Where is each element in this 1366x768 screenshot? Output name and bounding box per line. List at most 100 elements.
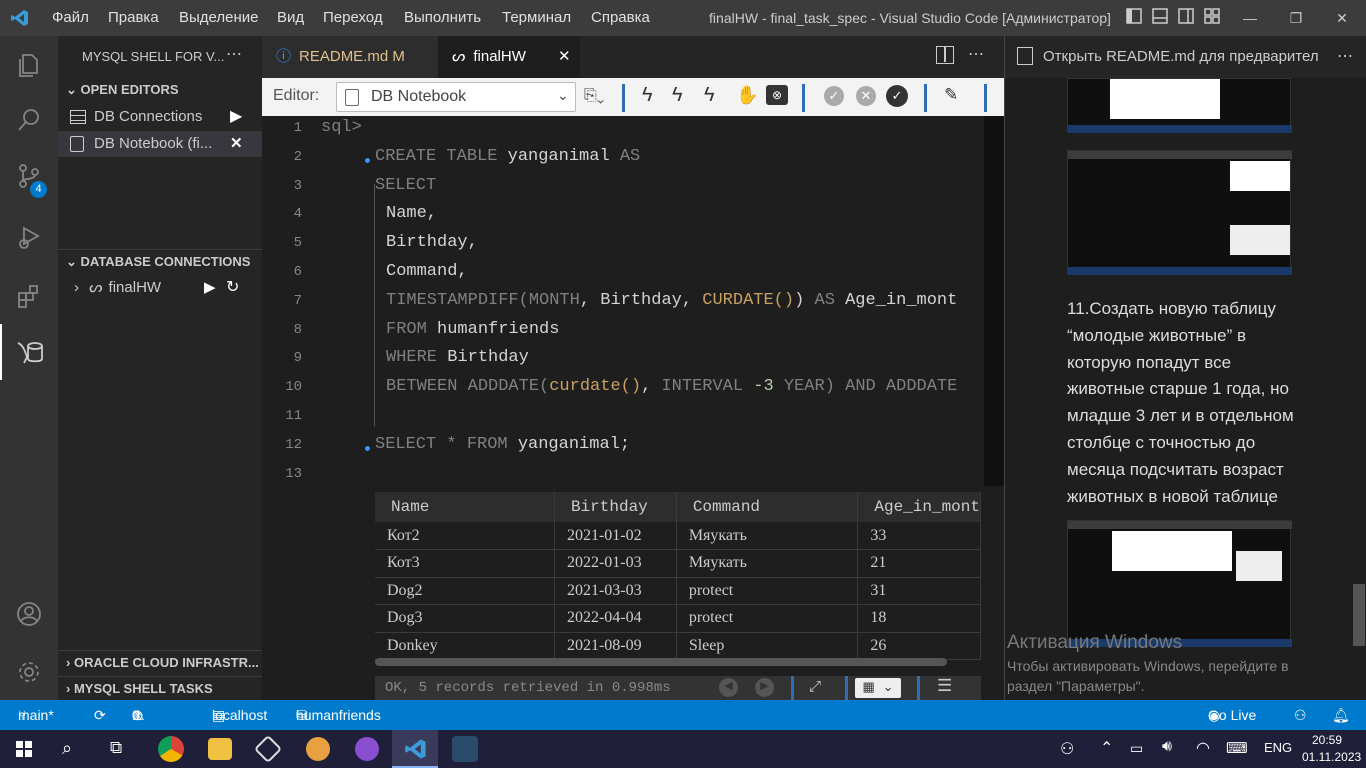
column-header[interactable]: Age_in_mont [857,492,981,522]
table-cell[interactable]: protect [676,577,859,605]
code-line[interactable]: sql> [321,118,362,137]
format-icon[interactable]: ✎ [944,85,958,105]
code-line[interactable]: Birthday, [386,233,478,252]
table-cell[interactable]: 18 [857,604,981,633]
menu-icon[interactable]: ☰ [937,676,952,700]
customize-layout-icon[interactable] [1202,8,1222,28]
battery-icon[interactable]: ▭ [1130,740,1143,757]
table-cell[interactable]: 2021-01-02 [554,522,677,550]
code-line[interactable]: SELECT * FROM yanganimal; [375,435,630,454]
toggle-panel-icon[interactable] [1150,8,1170,28]
table-row[interactable]: Dog3 2022-04-04 protect 18 [375,604,981,633]
close-tab-icon[interactable]: ✕ [558,36,571,78]
more-actions-icon[interactable]: ⋯ [226,44,242,64]
minimize-icon[interactable]: — [1240,8,1260,28]
people-icon[interactable]: ⚇ [1060,739,1074,759]
table-cell[interactable]: 2022-04-04 [554,604,677,633]
play-icon[interactable]: ▶ [230,104,242,130]
code-line[interactable]: Name, [386,204,437,223]
next-page-icon[interactable]: ▶ [755,678,774,697]
table-cell[interactable]: Dog3 [375,604,555,633]
menu-terminal[interactable]: Терминал [494,0,579,36]
table-cell[interactable]: 2021-03-03 [554,577,677,605]
code-line[interactable]: FROM humanfriends [386,320,559,339]
tab-readme[interactable]: ⓘ README.md M [262,36,438,78]
horizontal-scrollbar[interactable] [375,658,947,666]
search-icon[interactable]: ⌕ [62,738,72,759]
open-editors-section[interactable]: ⌄ OPEN EDITORS [58,78,262,102]
open-editor-db-connections[interactable]: DB Connections ▶ [58,104,262,130]
column-header[interactable]: Command [676,492,859,522]
previous-page-icon[interactable]: ◀ [719,678,738,697]
accounts-status-icon[interactable]: ⚇ [1294,700,1307,730]
source-control-icon[interactable]: 4 [0,148,58,204]
table-cell[interactable]: 31 [857,577,981,605]
more-actions-icon[interactable]: ⋯ [968,44,984,64]
sync-icon[interactable]: ⟳ [94,700,106,730]
auto-commit-icon[interactable]: ✓ [886,85,908,107]
table-cell[interactable]: 2022-01-03 [554,549,677,578]
account-icon[interactable] [0,586,58,642]
table-cell[interactable]: Кот2 [375,522,555,550]
windows-start-icon[interactable] [16,741,32,757]
open-editor-db-notebook[interactable]: DB Notebook (fi... ✕ [58,131,262,157]
settings-gear-icon[interactable] [0,644,58,700]
preview-tab-label[interactable]: Открыть README.md для предварител [1043,48,1329,65]
menu-selection[interactable]: Выделение [171,0,266,36]
toggle-sidebar-icon[interactable] [1124,8,1144,28]
code-line[interactable]: CREATE TABLE yanganimal AS [375,147,640,166]
table-cell[interactable]: 26 [857,632,981,660]
table-cell[interactable]: 33 [857,522,981,550]
close-icon[interactable]: ✕ [230,131,243,157]
table-row[interactable]: Dog2 2021-03-03 protect 31 [375,577,981,605]
table-row[interactable]: Donkey 2021-08-09 Sleep 26 [375,632,981,660]
column-header[interactable]: Birthday [554,492,677,522]
rollback-icon[interactable]: ✕ [856,86,876,106]
table-cell[interactable]: 2021-08-09 [554,632,677,660]
app-cube-icon[interactable] [253,734,283,764]
commit-icon[interactable]: ✓ [824,86,844,106]
table-cell[interactable]: Мяукать [676,522,859,550]
editor-scrollbar[interactable] [984,116,1004,486]
menu-go[interactable]: Переход [315,0,391,36]
new-script-icon[interactable]: ⎘⌄ [584,87,604,105]
menu-file[interactable]: Файл [44,0,97,36]
keyboard-icon[interactable]: ⌨ [1226,739,1248,757]
execute-text-icon[interactable]: ϟ [704,84,715,107]
mysql-shell-tasks-section[interactable]: › MYSQL SHELL TASKS [58,676,262,700]
code-line[interactable]: WHERE Birthday [386,348,529,367]
clock-time[interactable]: 20:59 [1312,733,1342,747]
table-cell[interactable]: Sleep [676,632,859,660]
more-actions-icon[interactable]: ⋯ [1337,46,1353,66]
table-row[interactable]: Кот2 2021-01-02 Мяукать 33 [375,522,981,550]
code-editor[interactable]: 1 sql> 2 CREATE TABLE yanganimal AS 3 SELECT 4… [262,116,1004,486]
volume-icon[interactable]: 🔊︎ [1162,738,1172,756]
code-line[interactable]: SELECT [375,176,436,195]
menu-view[interactable]: Вид [269,0,312,36]
maximize-result-icon[interactable]: ⤢ [809,676,821,700]
table-cell[interactable]: 21 [857,549,981,578]
paint-icon[interactable] [306,737,330,761]
table-cell[interactable]: Мяукать [676,549,859,578]
editor-select[interactable]: DB Notebook ⌄ [336,82,576,112]
wifi-icon[interactable]: ◠ [1196,738,1210,758]
table-cell[interactable]: protect [676,604,859,633]
explorer-icon[interactable] [0,36,58,92]
close-window-icon[interactable]: ✕ [1332,8,1352,28]
chevron-up-icon[interactable]: ⌃ [1100,738,1113,758]
view-mode-select[interactable]: ▦ ⌄ [855,678,901,698]
notifications-icon[interactable]: 🔔︎ [1332,700,1350,730]
task-view-icon[interactable]: ⧉ [110,738,122,758]
split-editor-icon[interactable] [936,46,954,64]
file-explorer-icon[interactable] [208,738,232,760]
column-header[interactable]: Name [375,492,555,522]
execute-icon[interactable]: ϟ [642,84,653,107]
table-cell[interactable]: Donkey [375,632,555,660]
menu-help[interactable]: Справка [583,0,658,36]
language-indicator[interactable]: ENG [1264,740,1292,755]
tab-finalhw[interactable]: ᔕ finalHW ✕ [438,36,580,78]
github-icon[interactable] [355,737,379,761]
run-debug-icon[interactable] [0,208,58,264]
mysql-shell-icon[interactable] [0,324,58,380]
execute-current-icon[interactable]: ϟ [672,84,683,107]
